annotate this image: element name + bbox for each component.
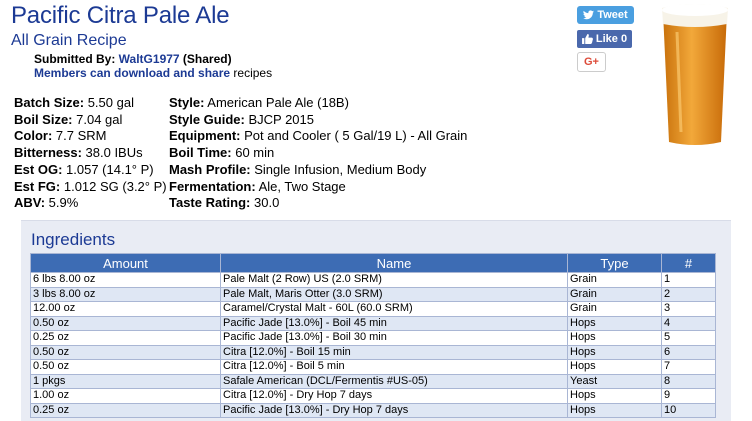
table-row: 0.50 oz Pacific Jade [13.0%] - Boil 45 mi… — [30, 315, 716, 331]
cell-amount: 3 lbs 8.00 oz — [30, 286, 221, 302]
like-button[interactable]: Like 0 — [577, 30, 632, 48]
stat-mash-profile: Mash Profile: Single Infusion, Medium Bo… — [169, 161, 427, 177]
cell-type: Grain — [567, 301, 662, 317]
stat-style: Style: American Pale Ale (18B) — [169, 95, 349, 110]
table-row: 0.50 oz Citra [12.0%] - Boil 15 min Hops 6 — [30, 344, 716, 360]
stat-taste-rating: Taste Rating: 30.0 — [169, 195, 280, 211]
column-type[interactable]: Type — [567, 253, 662, 273]
cell-number: 8 — [661, 373, 716, 389]
stat-fermentation: Fermentation: Ale, Two Stage — [169, 178, 346, 194]
stat-est-fg: Est FG: 1.012 SG (3.2° P) — [14, 178, 167, 194]
table-row: 12.00 oz Caramel/Crystal Malt - 60L (60.0… — [30, 301, 716, 317]
tweet-label: Tweet — [597, 9, 628, 21]
cell-name[interactable]: Citra [12.0%] - Dry Hop 7 days — [220, 388, 568, 404]
table-row: 6 lbs 8.00 oz Pale Malt (2 Row) US (2.0 S… — [30, 272, 716, 288]
table-row: 1.00 oz Citra [12.0%] - Dry Hop 7 days Hop… — [30, 388, 716, 404]
twitter-bird-icon — [583, 10, 595, 20]
members-suffix: recipes — [230, 66, 273, 80]
cell-number: 3 — [661, 301, 716, 317]
column-number[interactable]: # — [661, 253, 716, 273]
cell-number: 6 — [661, 344, 716, 360]
cell-type: Hops — [567, 330, 662, 346]
gplus-button[interactable]: G+ — [577, 52, 606, 72]
table-row: 1 pkgs Safale American (DCL/Fermentis #US… — [30, 373, 716, 389]
table-row: 0.50 oz Citra [12.0%] - Boil 5 min Hops 7 — [30, 359, 716, 375]
submitted-by: Submitted By: WaltG1977 (Shared) — [34, 52, 232, 66]
thumbs-up-icon — [581, 34, 593, 44]
cell-number: 2 — [661, 286, 716, 302]
cell-amount: 6 lbs 8.00 oz — [30, 272, 221, 288]
stats-right: Style: American Pale Ale (18B) Style Gui… — [169, 95, 467, 212]
cell-number: 7 — [661, 359, 716, 375]
table-row: 0.25 oz Pacific Jade [13.0%] - Boil 30 mi… — [30, 330, 716, 346]
cell-amount: 0.50 oz — [30, 344, 221, 360]
beer-glass-image — [662, 4, 728, 145]
cell-type: Hops — [567, 344, 662, 360]
cell-number: 5 — [661, 330, 716, 346]
cell-type: Grain — [567, 272, 662, 288]
stat-boil-time: Boil Time: 60 min — [169, 145, 275, 161]
cell-name[interactable]: Pacific Jade [13.0%] - Boil 30 min — [220, 330, 568, 346]
table-row: 0.25 oz Pacific Jade [13.0%] - Dry Hop 7 … — [30, 402, 716, 418]
cell-name[interactable]: Pacific Jade [13.0%] - Dry Hop 7 days — [220, 402, 568, 418]
stat-batch-size: Batch Size: 5.50 gal — [14, 95, 134, 110]
cell-type: Hops — [567, 359, 662, 375]
cell-name[interactable]: Safale American (DCL/Fermentis #US-05) — [220, 373, 568, 389]
column-amount[interactable]: Amount — [30, 253, 221, 273]
stat-boil-size: Boil Size: 7.04 gal — [14, 111, 123, 127]
stat-abv: ABV: 5.9% — [14, 195, 79, 211]
cell-type: Grain — [567, 286, 662, 302]
cell-type: Hops — [567, 402, 662, 418]
ingredients-header-row: Amount Name Type # — [30, 253, 716, 273]
recipe-title: Pacific Citra Pale Ale — [11, 2, 230, 29]
cell-name[interactable]: Caramel/Crystal Malt - 60L (60.0 SRM) — [220, 301, 568, 317]
members-link[interactable]: Members can download and share — [34, 66, 230, 80]
submitter-link[interactable]: WaltG1977 — [119, 52, 180, 66]
cell-type: Hops — [567, 388, 662, 404]
shared-label: (Shared) — [179, 52, 232, 66]
cell-amount: 0.25 oz — [30, 402, 221, 418]
stat-bitterness: Bitterness: 38.0 IBUs — [14, 145, 143, 161]
cell-name[interactable]: Citra [12.0%] - Boil 15 min — [220, 344, 568, 360]
cell-type: Hops — [567, 315, 662, 331]
cell-name[interactable]: Pale Malt, Maris Otter (3.0 SRM) — [220, 286, 568, 302]
cell-name[interactable]: Citra [12.0%] - Boil 5 min — [220, 359, 568, 375]
recipe-subtitle: All Grain Recipe — [11, 32, 127, 49]
gplus-label: G+ — [584, 56, 599, 68]
stat-est-og: Est OG: 1.057 (14.1° P) — [14, 161, 154, 177]
cell-amount: 1 pkgs — [30, 373, 221, 389]
column-name[interactable]: Name — [220, 253, 568, 273]
cell-number: 1 — [661, 272, 716, 288]
cell-amount: 1.00 oz — [30, 388, 221, 404]
table-row: 3 lbs 8.00 oz Pale Malt, Maris Otter (3.0… — [30, 286, 716, 302]
cell-number: 9 — [661, 388, 716, 404]
ingredients-table: Amount Name Type # 6 lbs 8.00 oz Pale Mal… — [30, 253, 716, 418]
cell-number: 10 — [661, 402, 716, 418]
stat-equipment: Equipment: Pot and Cooler ( 5 Gal/19 L) … — [169, 128, 468, 144]
cell-amount: 0.50 oz — [30, 359, 221, 375]
tweet-button[interactable]: Tweet — [577, 6, 634, 24]
cell-name[interactable]: Pale Malt (2 Row) US (2.0 SRM) — [220, 272, 568, 288]
cell-amount: 12.00 oz — [30, 301, 221, 317]
stats-left: Batch Size: 5.50 gal Boil Size: 7.04 gal… — [14, 95, 167, 212]
stat-style-guide: Style Guide: BJCP 2015 — [169, 111, 314, 127]
stat-color: Color: 7.7 SRM — [14, 128, 107, 144]
cell-amount: 0.25 oz — [30, 330, 221, 346]
cell-number: 4 — [661, 315, 716, 331]
cell-type: Yeast — [567, 373, 662, 389]
cell-amount: 0.50 oz — [30, 315, 221, 331]
submitted-by-label: Submitted By: — [34, 52, 119, 66]
ingredients-title: Ingredients — [31, 230, 116, 249]
cell-name[interactable]: Pacific Jade [13.0%] - Boil 45 min — [220, 315, 568, 331]
like-label: Like 0 — [595, 33, 628, 45]
members-note: Members can download and share recipes — [34, 66, 272, 80]
